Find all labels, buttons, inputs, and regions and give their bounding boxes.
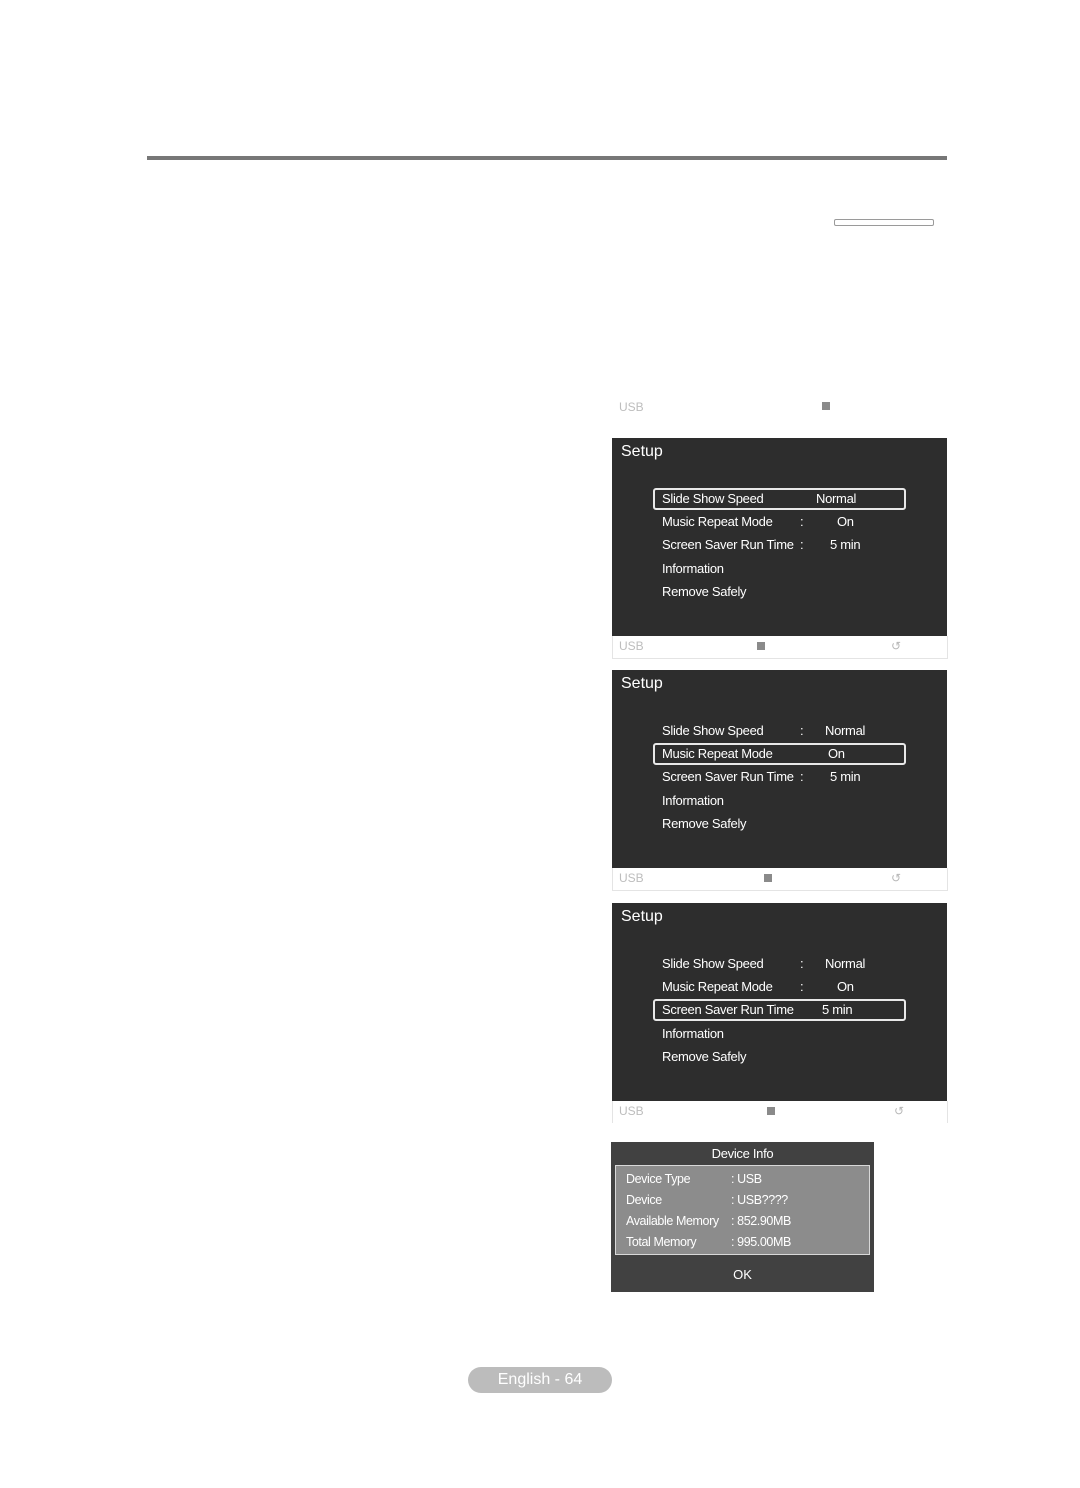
dialog-title: Device Info — [711, 1146, 774, 1161]
menu-item-music-repeat-mode[interactable]: Music Repeat Mode : On — [653, 511, 906, 534]
menu-item-label: Remove Safely — [662, 1048, 747, 1064]
menu-item-screen-saver-run-time[interactable]: Screen Saver Run Time : 5 min — [653, 534, 906, 557]
menu-item-music-repeat-mode[interactable]: Music Repeat Mode : On — [653, 976, 906, 999]
page-number-label: English - 64 — [468, 1367, 612, 1393]
menu-item-information[interactable]: Information — [653, 790, 906, 813]
setup-menu: Slide Show Speed : Normal Music Repeat M… — [653, 953, 906, 1069]
menu-item-label: Music Repeat Mode — [662, 514, 773, 530]
menu-item-label: Remove Safely — [662, 583, 747, 599]
info-key: Available Memory — [626, 1214, 719, 1228]
panel-footer-3: USB ↺ — [612, 1101, 948, 1123]
menu-item-label: Screen Saver Run Time — [662, 1002, 794, 1018]
menu-item-colon: : — [800, 956, 804, 971]
menu-item-colon: : — [800, 769, 804, 785]
menu-item-value: Normal — [825, 723, 866, 738]
menu-item-remove-safely[interactable]: Remove Safely — [653, 581, 906, 604]
menu-item-label: Screen Saver Run Time — [662, 769, 794, 785]
return-icon: ↺ — [891, 871, 902, 885]
return-icon: ↺ — [894, 1104, 905, 1118]
menu-item-slide-show-speed[interactable]: Slide Show Speed : Normal — [653, 720, 906, 743]
menu-item-value: On — [837, 979, 854, 995]
menu-item-slide-show-speed[interactable]: Slide Show Speed Normal — [653, 488, 906, 510]
menu-item-slide-show-speed[interactable]: Slide Show Speed : Normal — [653, 953, 906, 976]
info-key: Device Type — [626, 1172, 691, 1186]
menu-item-value: On — [828, 746, 845, 762]
info-key: Total Memory — [626, 1235, 697, 1249]
menu-item-label: Information — [662, 1025, 724, 1041]
info-value: : 852.90MB — [731, 1214, 791, 1228]
info-value: : 995.00MB — [731, 1235, 791, 1249]
menu-item-label: Slide Show Speed — [662, 956, 764, 971]
info-value: : USB???? — [731, 1193, 788, 1207]
menu-item-music-repeat-mode[interactable]: Music Repeat Mode On — [653, 743, 906, 766]
menu-item-colon: : — [800, 723, 804, 738]
top-rule — [147, 156, 947, 160]
menu-item-value: On — [837, 514, 854, 530]
setup-panel-2: Setup Slide Show Speed : Normal Music Re… — [612, 670, 947, 868]
menu-item-remove-safely[interactable]: Remove Safely — [653, 1046, 906, 1069]
menu-item-colon: : — [800, 537, 804, 553]
menu-item-screen-saver-run-time[interactable]: Screen Saver Run Time 5 min — [653, 999, 906, 1022]
menu-item-label: Music Repeat Mode — [662, 979, 773, 995]
usb-label: USB — [619, 871, 644, 885]
menu-item-information[interactable]: Information — [653, 558, 906, 581]
header-bar — [834, 219, 934, 226]
menu-item-colon: : — [800, 514, 804, 530]
setup-menu: Slide Show Speed : Normal Music Repeat M… — [653, 720, 906, 836]
info-value: : USB — [731, 1172, 762, 1186]
menu-item-colon: : — [800, 979, 804, 995]
return-icon: ↺ — [891, 639, 902, 653]
menu-item-label: Information — [662, 792, 724, 808]
stop-square-icon — [767, 1107, 775, 1115]
menu-item-value: 5 min — [822, 1002, 853, 1018]
setup-panel-1: Setup Slide Show Speed Normal Music Repe… — [612, 438, 947, 636]
menu-item-value: 5 min — [830, 537, 861, 553]
panel-title: Setup — [621, 443, 663, 460]
menu-item-label: Slide Show Speed — [662, 723, 764, 738]
panel-title: Setup — [621, 675, 663, 692]
device-info-body: Device Type : USB Device : USB???? Avail… — [615, 1165, 870, 1255]
panel-title: Setup — [621, 908, 663, 925]
stop-square-icon — [757, 642, 765, 650]
menu-item-remove-safely[interactable]: Remove Safely — [653, 813, 906, 836]
ok-button[interactable]: OK — [611, 1267, 874, 1282]
device-info-dialog: Device Info Device Type : USB Device : U… — [611, 1142, 874, 1292]
menu-item-label: Music Repeat Mode — [662, 746, 773, 762]
setup-panel-3: Setup Slide Show Speed : Normal Music Re… — [612, 903, 947, 1101]
menu-item-label: Screen Saver Run Time — [662, 537, 794, 553]
usb-label: USB — [619, 639, 644, 653]
menu-item-label: Information — [662, 560, 724, 576]
info-key: Device — [626, 1193, 662, 1207]
usb-label: USB — [619, 1104, 644, 1118]
menu-item-screen-saver-run-time[interactable]: Screen Saver Run Time : 5 min — [653, 766, 906, 789]
setup-menu: Slide Show Speed Normal Music Repeat Mod… — [653, 488, 906, 604]
stop-square-icon — [822, 402, 830, 410]
menu-item-information[interactable]: Information — [653, 1023, 906, 1046]
panel-footer-1: USB ↺ — [612, 636, 948, 659]
menu-item-label: Remove Safely — [662, 815, 747, 831]
menu-item-value: Normal — [816, 491, 857, 506]
usb-header: USB — [619, 399, 949, 417]
stop-square-icon — [764, 874, 772, 882]
menu-item-label: Slide Show Speed — [662, 491, 764, 506]
panel-footer-2: USB ↺ — [612, 868, 948, 891]
menu-item-value: 5 min — [830, 769, 861, 785]
usb-label: USB — [619, 400, 644, 414]
menu-item-value: Normal — [825, 956, 866, 971]
